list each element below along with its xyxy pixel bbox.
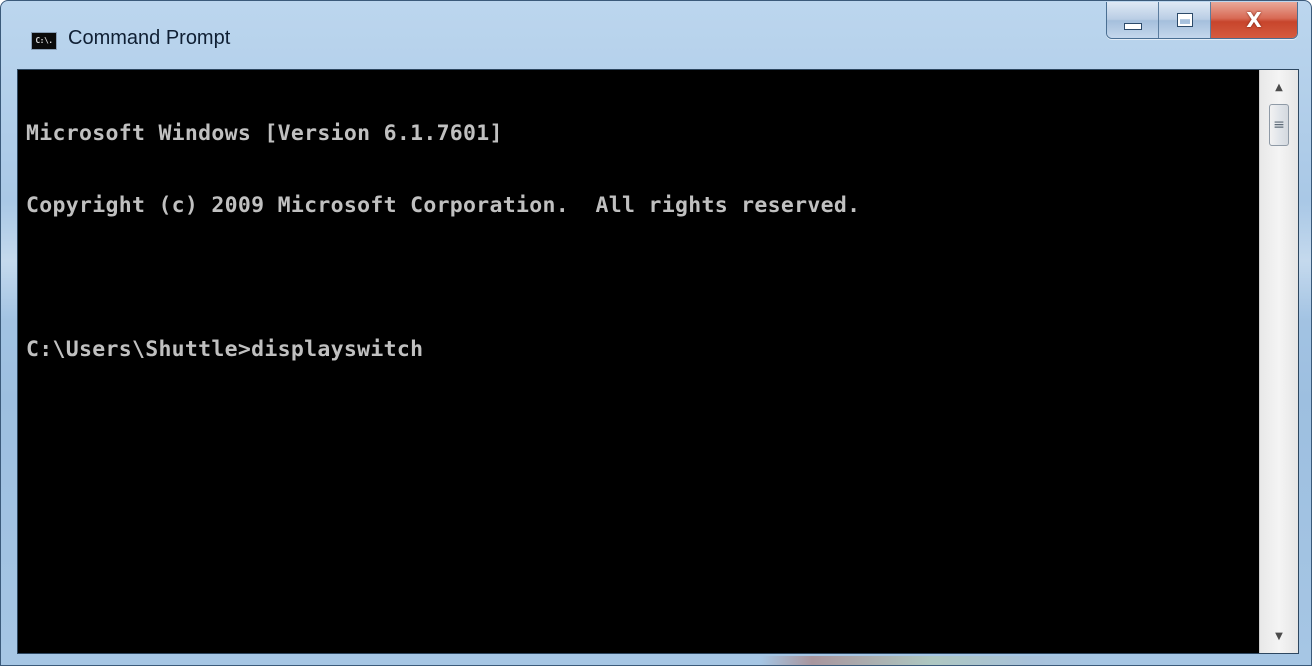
command-prompt-window: C:\. Command Prompt X Microsoft Windows … bbox=[0, 0, 1312, 666]
minimize-icon bbox=[1123, 22, 1142, 30]
grip-icon: ≡ bbox=[1273, 117, 1285, 133]
close-icon: X bbox=[1246, 8, 1262, 32]
console-prompt-line: C:\Users\Shuttle>displayswitch bbox=[26, 337, 424, 362]
console-line: Microsoft Windows [Version 6.1.7601] bbox=[26, 121, 503, 146]
console-output[interactable]: Microsoft Windows [Version 6.1.7601] Cop… bbox=[18, 70, 1259, 653]
console-window-icon[interactable]: C:\. bbox=[31, 32, 57, 50]
scroll-up-button[interactable]: ▲ bbox=[1260, 70, 1298, 104]
title-bar[interactable]: C:\. Command Prompt X bbox=[1, 1, 1311, 63]
minimize-button[interactable] bbox=[1107, 2, 1159, 38]
scroll-down-arrow-icon: ▼ bbox=[1275, 630, 1283, 642]
scrollbar-thumb[interactable]: ≡ bbox=[1269, 104, 1289, 146]
window-title: Command Prompt bbox=[68, 27, 231, 49]
close-button[interactable]: X bbox=[1211, 2, 1297, 38]
caption-buttons: X bbox=[1106, 2, 1298, 39]
scroll-down-button[interactable]: ▼ bbox=[1260, 619, 1298, 653]
console-line: Copyright (c) 2009 Microsoft Corporation… bbox=[26, 193, 861, 218]
console-frame: Microsoft Windows [Version 6.1.7601] Cop… bbox=[17, 69, 1299, 654]
maximize-button[interactable] bbox=[1159, 2, 1211, 38]
maximize-icon bbox=[1176, 13, 1193, 27]
scroll-up-arrow-icon: ▲ bbox=[1275, 81, 1283, 93]
taskbar-glow bbox=[761, 656, 1101, 665]
vertical-scrollbar[interactable]: ▲ ≡ ▼ bbox=[1259, 70, 1298, 653]
